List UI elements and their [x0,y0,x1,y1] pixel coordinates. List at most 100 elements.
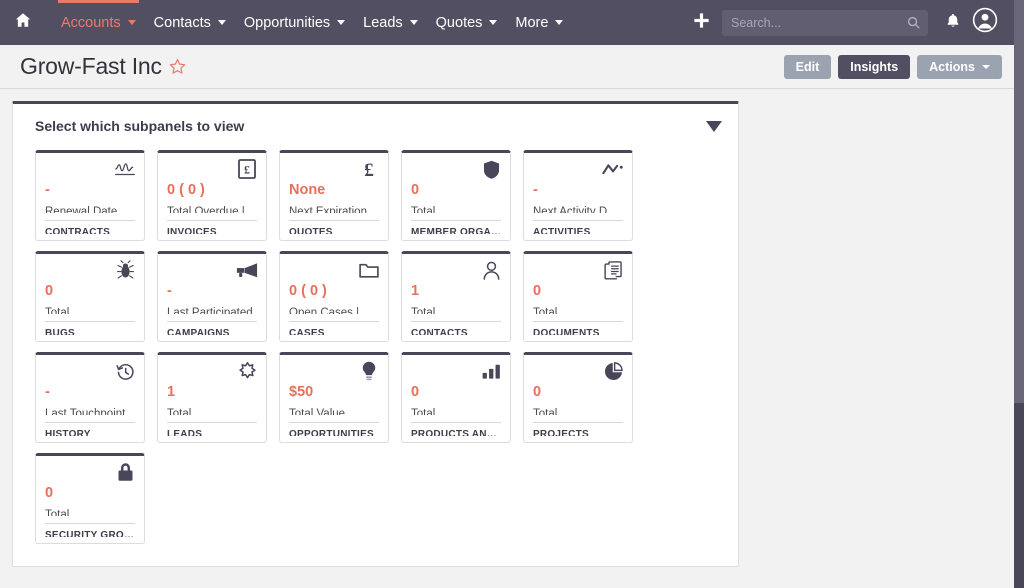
home-button[interactable] [0,0,46,45]
card-module-name: QUOTES [289,227,379,234]
card-value: 0 [533,385,623,400]
bug-icon [114,260,136,280]
card-divider [533,422,623,423]
nav-item-leads[interactable]: Leads [354,0,427,45]
folder-icon [358,260,380,280]
subpanel-card-opportunities[interactable]: $50Total ValueOPPORTUNITIES [279,352,389,443]
subpanel-card-cases[interactable]: 0 ( 0 )Open Cases | TotalCASES [279,251,389,342]
subpanel-card-grid: -Renewal DateCONTRACTS£0 ( 0 )Total Over… [13,148,738,566]
card-value: 0 [533,284,623,299]
main-content: Select which subpanels to view -Renewal … [0,89,1014,588]
nav-item-label: Quotes [436,15,483,31]
subpanel-card-member-organi[interactable]: 0TotalMEMBER ORGANI... [401,150,511,241]
nav-item-label: More [515,15,548,31]
nav-menu: Accounts Contacts Opportunities Leads Qu… [52,0,572,45]
subpanel-selector-panel: Select which subpanels to view -Renewal … [12,101,739,567]
card-metric-label: Total [45,509,135,517]
card-divider [411,422,501,423]
insights-button[interactable]: Insights [838,55,910,79]
chevron-down-icon [218,20,226,25]
panel-title: Select which subpanels to view [35,118,244,134]
card-value: 1 [411,284,501,299]
card-module-name: CONTACTS [411,328,501,335]
card-metric-label: Total [167,408,257,416]
search-input[interactable] [722,10,928,36]
card-metric-label: Total Overdue | T... [167,206,257,214]
panel-header[interactable]: Select which subpanels to view [13,104,738,148]
card-divider [45,523,135,524]
card-module-name: DOCUMENTS [533,328,623,335]
card-module-name: SECURITY GROUPS [45,530,135,537]
edit-button[interactable]: Edit [784,55,832,79]
subpanel-card-activities[interactable]: -Next Activity DateACTIVITIES [523,150,633,241]
card-module-name: BUGS [45,328,135,335]
bar-chart-icon [480,361,502,381]
actions-button[interactable]: Actions [917,55,1002,79]
nav-item-label: Contacts [154,15,211,31]
chevron-down-icon[interactable] [706,121,722,132]
subpanel-card-security-groups[interactable]: 0TotalSECURITY GROUPS [35,453,145,544]
subpanel-card-campaigns[interactable]: -Last ParticipatedCAMPAIGNS [157,251,267,342]
subpanel-card-contacts[interactable]: 1TotalCONTACTS [401,251,511,342]
record-header: Grow-Fast Inc Edit Insights Actions [0,45,1014,89]
documents-icon [602,260,624,280]
subpanel-card-contracts[interactable]: -Renewal DateCONTRACTS [35,150,145,241]
record-actions: Edit Insights Actions [784,55,1002,79]
nav-item-more[interactable]: More [506,0,572,45]
notifications-button[interactable] [938,0,968,45]
user-menu-button[interactable] [968,0,1002,45]
chevron-down-icon [128,20,136,25]
home-icon [14,11,32,34]
nav-item-label: Accounts [61,15,121,31]
subpanel-card-history[interactable]: -Last TouchpointHISTORY [35,352,145,443]
card-value: None [289,183,379,198]
subpanel-card-quotes[interactable]: £ None Next Expiration ... QUOTES [279,150,389,241]
lightbulb-icon [358,361,380,381]
chevron-down-icon [982,65,990,69]
nav-item-label: Leads [363,15,403,31]
subpanel-card-documents[interactable]: 0 Total DOCUMENTS [523,251,633,342]
chevron-down-icon [337,20,345,25]
card-value: 0 ( 0 ) [167,183,257,198]
card-value: 0 [411,385,501,400]
card-divider [289,321,379,322]
person-icon [480,260,502,280]
page-scrollbar[interactable] [1014,0,1024,588]
activity-line-icon [602,159,624,179]
card-divider [45,321,135,322]
signature-icon [114,159,136,179]
pound-icon: £ [358,159,380,179]
card-metric-label: Renewal Date [45,206,135,214]
card-module-name: CONTRACTS [45,227,135,234]
card-divider [167,220,257,221]
scrollbar-thumb[interactable] [1014,403,1024,588]
card-metric-label: Next Expiration ... [289,206,379,214]
card-metric-label: Total [533,307,623,315]
subpanel-card-bugs[interactable]: 0TotalBUGS [35,251,145,342]
chevron-down-icon [410,20,418,25]
svg-text:£: £ [364,160,374,180]
subpanel-card-leads[interactable]: 1TotalLEADS [157,352,267,443]
card-metric-label: Open Cases | Total [289,307,379,315]
card-metric-label: Total [533,408,623,416]
subpanel-card-products-and[interactable]: 0TotalPRODUCTS AND ... [401,352,511,443]
card-value: 0 ( 0 ) [289,284,379,299]
card-divider [289,220,379,221]
card-divider [289,422,379,423]
favorite-star-icon[interactable] [168,57,187,76]
nav-item-accounts[interactable]: Accounts [52,0,145,45]
lock-icon [114,462,136,482]
chevron-down-icon [489,20,497,25]
nav-item-contacts[interactable]: Contacts [145,0,235,45]
subpanel-card-invoices[interactable]: £0 ( 0 )Total Overdue | T...INVOICES [157,150,267,241]
card-divider [533,220,623,221]
quick-create-button[interactable] [684,0,718,45]
chevron-down-icon [555,20,563,25]
global-search[interactable] [722,10,928,36]
nav-item-quotes[interactable]: Quotes [427,0,507,45]
card-value: 0 [45,284,135,299]
shield-icon [480,159,502,179]
card-divider [167,321,257,322]
nav-item-opportunities[interactable]: Opportunities [235,0,354,45]
subpanel-card-projects[interactable]: 0TotalPROJECTS [523,352,633,443]
